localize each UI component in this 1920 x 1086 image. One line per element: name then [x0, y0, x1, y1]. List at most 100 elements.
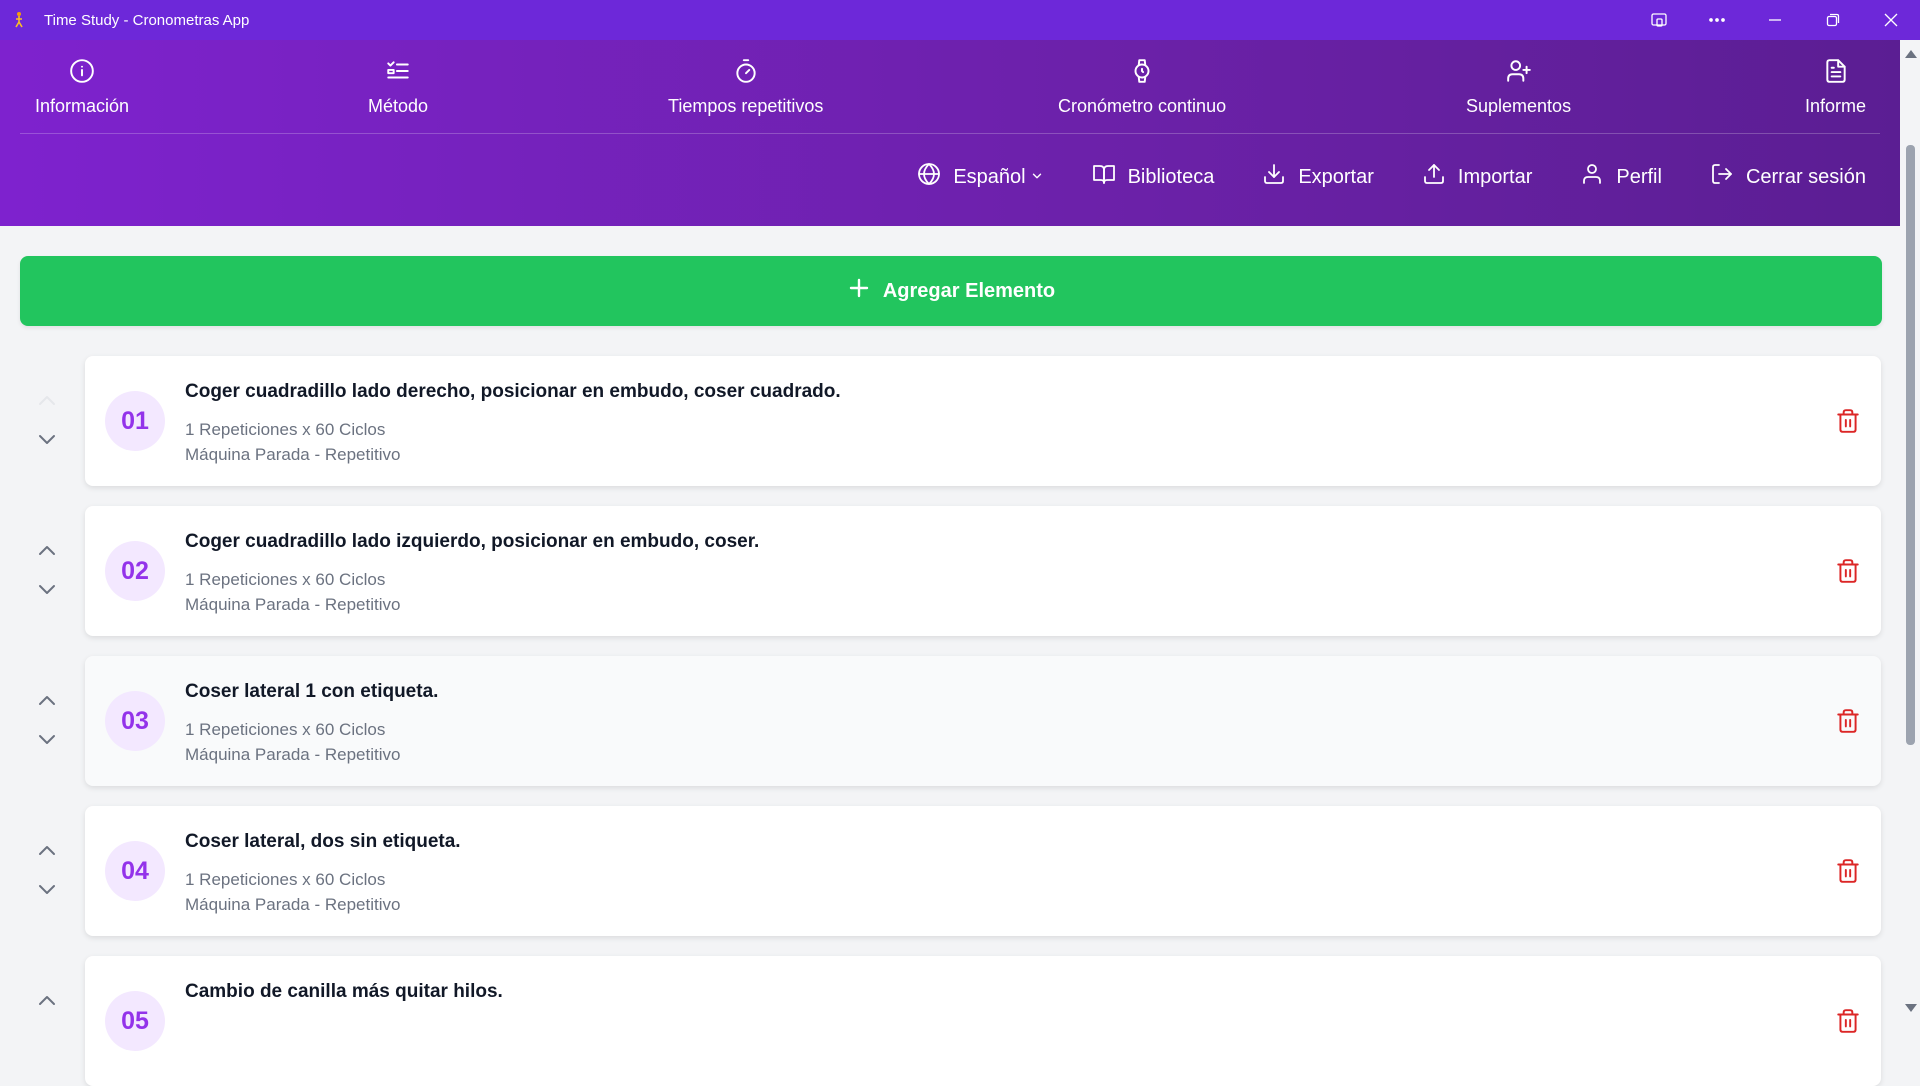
logout-label: Cerrar sesión — [1745, 165, 1866, 188]
language-selector[interactable]: Español — [917, 162, 1043, 192]
element-card[interactable]: 05 Cambio de canilla más quitar hilos. — [85, 956, 1881, 1086]
tab-metodo[interactable]: Método — [368, 40, 428, 134]
element-number: 04 — [105, 841, 165, 901]
move-down-icon[interactable] — [34, 730, 60, 750]
tab-label: Informe — [1805, 95, 1867, 116]
list-item: 03 Coser lateral 1 con etiqueta. 1 Repet… — [0, 656, 1900, 786]
scroll-down-icon[interactable] — [1905, 1004, 1917, 1012]
element-number: 02 — [105, 541, 165, 601]
move-up-icon[interactable] — [34, 390, 60, 410]
tab-label: Tiempos repetitivos — [668, 95, 824, 116]
tab-tiempos-repetitivos[interactable]: Tiempos repetitivos — [668, 40, 823, 134]
stopwatch-person-icon — [10, 11, 28, 29]
language-label: Español — [953, 165, 1026, 188]
element-card[interactable]: 03 Coser lateral 1 con etiqueta. 1 Repet… — [85, 656, 1881, 786]
element-number: 03 — [105, 691, 165, 751]
tab-label: Información — [35, 95, 130, 116]
move-down-icon[interactable] — [34, 880, 60, 900]
chevron-down-icon — [1032, 166, 1044, 189]
reorder-controls — [34, 990, 60, 1052]
library-button[interactable]: Biblioteca — [1092, 162, 1215, 192]
close-icon[interactable] — [1862, 0, 1920, 40]
element-type: Máquina Parada - Repetitivo — [185, 595, 401, 614]
document-icon — [1823, 58, 1849, 89]
trash-icon[interactable] — [1835, 708, 1861, 734]
trash-icon[interactable] — [1835, 858, 1861, 884]
move-down-icon[interactable] — [34, 580, 60, 600]
element-number: 01 — [105, 391, 165, 451]
list-item: 05 Cambio de canilla más quitar hilos. — [0, 956, 1900, 1086]
plus-icon — [847, 276, 871, 306]
tab-suplementos[interactable]: Suplementos — [1466, 40, 1571, 134]
minimize-icon[interactable] — [1746, 0, 1804, 40]
tab-informe[interactable]: Informe — [1805, 40, 1866, 134]
tab-label: Método — [368, 95, 429, 116]
list-item: 02 Coger cuadradillo lado izquierdo, pos… — [0, 506, 1900, 636]
element-type: Máquina Parada - Repetitivo — [185, 445, 401, 464]
main-tabs: Información Método Tiempos repetitivos C… — [20, 40, 1880, 134]
element-name: Cambio de canilla más quitar hilos. — [185, 981, 503, 1002]
element-repetitions: 1 Repeticiones x 60 Ciclos — [185, 870, 386, 889]
element-type: Máquina Parada - Repetitivo — [185, 745, 401, 764]
library-label: Biblioteca — [1127, 165, 1215, 188]
timer-icon — [733, 58, 759, 89]
app-header: Información Método Tiempos repetitivos C… — [0, 40, 1900, 226]
watch-icon — [1129, 58, 1155, 89]
globe-icon — [917, 162, 941, 192]
trash-icon[interactable] — [1835, 1008, 1861, 1034]
tab-label: Cronómetro continuo — [1058, 95, 1227, 116]
move-down-icon[interactable] — [34, 430, 60, 450]
logout-button[interactable]: Cerrar sesión — [1710, 162, 1866, 192]
list-check-icon — [385, 58, 411, 89]
scrollbar-thumb[interactable] — [1906, 145, 1915, 745]
list-item: 04 Coser lateral, dos sin etiqueta. 1 Re… — [0, 806, 1900, 936]
trash-icon[interactable] — [1835, 408, 1861, 434]
import-button[interactable]: Importar — [1422, 162, 1532, 192]
profile-button[interactable]: Perfil — [1580, 162, 1662, 192]
element-number: 05 — [105, 991, 165, 1051]
element-type: Máquina Parada - Repetitivo — [185, 895, 401, 914]
element-card[interactable]: 02 Coger cuadradillo lado izquierdo, pos… — [85, 506, 1881, 636]
element-repetitions: 1 Repeticiones x 60 Ciclos — [185, 720, 386, 739]
element-repetitions: 1 Repeticiones x 60 Ciclos — [185, 570, 386, 589]
more-icon[interactable] — [1688, 0, 1746, 40]
move-up-icon[interactable] — [34, 990, 60, 1010]
restore-icon[interactable] — [1804, 0, 1862, 40]
reorder-controls — [34, 840, 60, 902]
header-actions: Español Biblioteca Exportar Importar Per… — [917, 162, 1866, 192]
reorder-controls — [34, 540, 60, 602]
element-repetitions: 1 Repeticiones x 60 Ciclos — [185, 420, 386, 439]
reorder-controls — [34, 690, 60, 752]
move-up-icon[interactable] — [34, 840, 60, 860]
element-name: Coger cuadradillo lado derecho, posicion… — [185, 381, 841, 402]
scroll-up-icon[interactable] — [1905, 50, 1917, 58]
move-up-icon[interactable] — [34, 540, 60, 560]
tab-informacion[interactable]: Información — [35, 40, 129, 134]
tab-label: Suplementos — [1466, 95, 1572, 116]
element-name: Coser lateral 1 con etiqueta. — [185, 681, 439, 702]
element-card[interactable]: 04 Coser lateral, dos sin etiqueta. 1 Re… — [85, 806, 1881, 936]
vertical-scrollbar[interactable] — [1900, 40, 1920, 1020]
user-plus-icon — [1506, 58, 1532, 89]
trash-icon[interactable] — [1835, 558, 1861, 584]
device-cast-icon[interactable] — [1630, 0, 1688, 40]
upload-icon — [1422, 162, 1446, 192]
reorder-controls — [34, 390, 60, 452]
import-label: Importar — [1457, 165, 1533, 188]
add-element-label: Agregar Elemento — [882, 279, 1056, 302]
window-title: Time Study - Cronometras App — [44, 11, 250, 29]
export-label: Exportar — [1298, 165, 1374, 188]
download-icon — [1262, 162, 1286, 192]
logout-icon — [1710, 162, 1734, 192]
move-up-icon[interactable] — [34, 690, 60, 710]
book-open-icon — [1092, 162, 1116, 192]
element-card[interactable]: 01 Coger cuadradillo lado derecho, posic… — [85, 356, 1881, 486]
export-button[interactable]: Exportar — [1262, 162, 1374, 192]
list-item: 01 Coger cuadradillo lado derecho, posic… — [0, 356, 1900, 486]
profile-label: Perfil — [1616, 165, 1662, 188]
tab-cronometro-continuo[interactable]: Cronómetro continuo — [1058, 40, 1226, 134]
info-icon — [69, 58, 95, 89]
element-name: Coser lateral, dos sin etiqueta. — [185, 831, 461, 852]
element-name: Coger cuadradillo lado izquierdo, posici… — [185, 531, 760, 552]
add-element-button[interactable]: Agregar Elemento — [20, 256, 1882, 326]
